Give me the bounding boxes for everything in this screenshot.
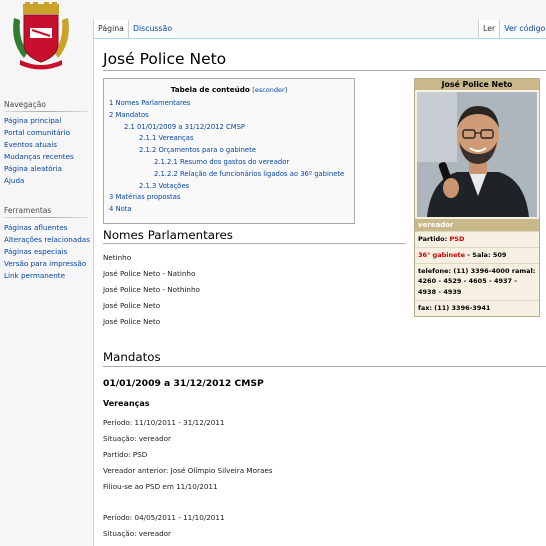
infobox-office-row: 36° gabinete - Sala: 509 xyxy=(415,246,539,263)
infobox-party-row: Partido: PSD xyxy=(415,231,539,247)
nickname-line: José Police Neto xyxy=(103,317,161,326)
navigation-list: Página principal Portal comunitário Even… xyxy=(4,115,74,187)
view-tabs: Ler Ver código-f xyxy=(478,20,546,38)
tool-item-related-changes[interactable]: Alterações relacionadas xyxy=(4,235,90,244)
section-divider xyxy=(103,366,546,367)
title-divider xyxy=(103,70,546,71)
section-heading-mandatos: Mandatos xyxy=(103,350,161,364)
term-line: Vereador anterior: José Olímpio Silveira… xyxy=(103,466,273,475)
nav-item-random-page[interactable]: Página aleatória xyxy=(4,164,62,173)
navigation-heading: Navegação xyxy=(4,100,46,109)
navigation-divider xyxy=(4,111,88,112)
tool-item-special-pages[interactable]: Páginas especiais xyxy=(4,247,67,256)
toc-item[interactable]: 3 Matérias propostas xyxy=(109,193,180,201)
tool-item-permanent-link[interactable]: Link permanente xyxy=(4,271,65,280)
table-of-contents: Tabela de conteúdo [esconder] 1 Nomes Pa… xyxy=(103,78,355,224)
nickname-line: José Police Neto - Natinho xyxy=(103,269,196,278)
room-value: 509 xyxy=(492,250,507,259)
tab-page[interactable]: Página xyxy=(93,20,128,38)
toc-item[interactable]: 2.1.1 Vereanças xyxy=(139,134,194,142)
nickname-line: José Police Neto xyxy=(103,301,161,310)
toc-title: Tabela de conteúdo xyxy=(170,85,250,94)
toc-item[interactable]: 4 Nota xyxy=(109,205,132,213)
toc-item[interactable]: 1 Nomes Parlamentares xyxy=(109,99,190,107)
nickname-line: Netinho xyxy=(103,253,132,262)
toc-item[interactable]: 2.1.3 Votações xyxy=(139,182,189,190)
infobox-name: José Police Neto xyxy=(415,79,539,90)
sidebar: Navegação Página principal Portal comuni… xyxy=(0,0,93,546)
tools-list: Páginas afluentes Alterações relacionada… xyxy=(4,222,90,282)
tool-item-printable-version[interactable]: Versão para impressão xyxy=(4,259,86,268)
toc-toggle-link[interactable]: [esconder] xyxy=(252,86,287,94)
infobox-fax-row: fax: (11) 3396-3941 xyxy=(415,299,539,316)
tools-divider xyxy=(4,217,88,218)
infobox: José Police Neto vereador Partido: PSD 3… xyxy=(414,78,540,317)
term-line: Período: 11/10/2011 - 31/12/2011 xyxy=(103,418,225,427)
term-line: Situação: vereador xyxy=(103,434,172,443)
term-line: Filiou-se ao PSD em 11/10/2011 xyxy=(103,482,218,491)
section-heading-nomes: Nomes Parlamentares xyxy=(103,228,233,242)
toc-list: 1 Nomes Parlamentares 2 Mandatos 2.1 01/… xyxy=(109,98,349,216)
term-line: Período: 04/05/2011 - 11/10/2011 xyxy=(103,513,225,522)
tool-item-what-links-here[interactable]: Páginas afluentes xyxy=(4,223,67,232)
nav-item-recent-changes[interactable]: Mudanças recentes xyxy=(4,152,74,161)
coat-of-arms-logo[interactable] xyxy=(10,2,72,72)
mandate-subheading: 01/01/2009 a 31/12/2012 CMSP xyxy=(103,378,264,389)
nav-item-community-portal[interactable]: Portal comunitário xyxy=(4,128,70,137)
nav-item-current-events[interactable]: Eventos atuais xyxy=(4,140,57,149)
tab-discussion[interactable]: Discussão xyxy=(127,20,177,38)
infobox-role: vereador xyxy=(415,219,539,231)
tab-read[interactable]: Ler xyxy=(478,20,500,38)
term-line: Situação: vereador xyxy=(103,529,172,538)
tools-heading: Ferramentas xyxy=(4,206,52,215)
namespace-tabs: Página Discussão xyxy=(93,20,177,38)
vereancas-heading: Vereanças xyxy=(103,399,150,408)
party-link[interactable]: PSD xyxy=(450,235,465,243)
toc-item[interactable]: 2.1.2.2 Relação de funcionários ligados … xyxy=(154,170,344,178)
toc-item[interactable]: 2.1.2.1 Resumo dos gastos do vereador xyxy=(154,158,289,166)
room-label: - Sala: xyxy=(467,250,491,259)
party-label: Partido: xyxy=(418,235,448,243)
tab-view-source[interactable]: Ver código-f xyxy=(499,20,546,38)
infobox-phone-row: telefone: (11) 3396-4000 ramal: 4260 - 4… xyxy=(415,262,539,300)
toc-item[interactable]: 2.1.2 Orçamentos para o gabinete xyxy=(139,146,256,154)
nav-item-help[interactable]: Ajuda xyxy=(4,176,24,185)
nav-item-main-page[interactable]: Página principal xyxy=(4,116,61,125)
toc-item[interactable]: 2 Mandatos xyxy=(109,111,149,119)
content-area: José Police Neto Tabela de conteúdo [esc… xyxy=(93,38,546,546)
term-line: Partido: PSD xyxy=(103,450,148,459)
toc-item[interactable]: 2.1 01/01/2009 a 31/12/2012 CMSP xyxy=(124,123,245,131)
portrait-photo[interactable] xyxy=(417,92,537,217)
office-value: 36° gabinete xyxy=(418,250,466,259)
page-title: José Police Neto xyxy=(103,50,227,68)
section-divider xyxy=(103,243,405,244)
nickname-line: José Police Neto - Nothinho xyxy=(103,285,200,294)
